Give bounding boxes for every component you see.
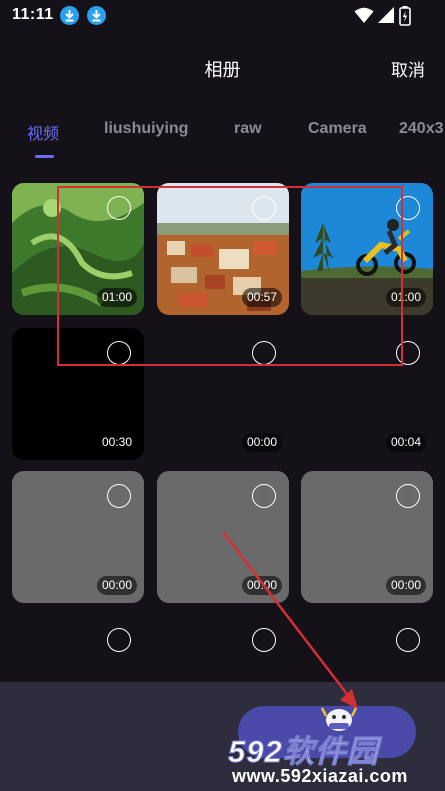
- watermark-brand: 592软件园: [228, 734, 379, 770]
- battery-icon: [399, 6, 411, 26]
- media-item[interactable]: 00:30: [12, 328, 144, 460]
- select-checkbox[interactable]: [396, 628, 420, 652]
- select-checkbox[interactable]: [107, 341, 131, 365]
- select-checkbox[interactable]: [107, 484, 131, 508]
- select-checkbox[interactable]: [396, 196, 420, 220]
- media-item[interactable]: 01:00: [301, 183, 433, 315]
- media-item[interactable]: 00:04: [301, 328, 433, 460]
- tab-indicator: [35, 155, 54, 158]
- select-checkbox[interactable]: [107, 628, 131, 652]
- media-item[interactable]: 00:57: [157, 183, 289, 315]
- video-duration: 00:00: [241, 433, 282, 452]
- status-time: 11:11: [12, 6, 54, 23]
- video-duration: 00:04: [385, 433, 426, 452]
- video-duration: 00:00: [385, 576, 426, 595]
- select-checkbox[interactable]: [396, 484, 420, 508]
- media-item[interactable]: [12, 615, 144, 685]
- watermark: 592软件园 www.592xiazai.com: [228, 726, 438, 788]
- select-checkbox[interactable]: [252, 628, 276, 652]
- media-item[interactable]: [157, 615, 289, 685]
- tab-240x3[interactable]: 240x3: [399, 120, 444, 138]
- media-item[interactable]: [301, 615, 433, 685]
- video-duration: 00:57: [241, 288, 282, 307]
- download-icon: [60, 6, 79, 25]
- status-bar: 11:11: [0, 0, 445, 32]
- cancel-button[interactable]: 取消: [391, 56, 425, 81]
- video-duration: 01:00: [96, 288, 137, 307]
- wifi-icon: [354, 7, 374, 23]
- media-item[interactable]: 01:00: [12, 183, 144, 315]
- select-checkbox[interactable]: [252, 484, 276, 508]
- select-checkbox[interactable]: [252, 341, 276, 365]
- watermark-url: www.592xiazai.com: [232, 766, 408, 786]
- media-item[interactable]: 00:00: [157, 328, 289, 460]
- tab-videos[interactable]: 视频: [27, 120, 59, 144]
- tab-liushuiying[interactable]: liushuiying: [104, 120, 188, 138]
- video-duration: 00:00: [241, 576, 282, 595]
- media-item[interactable]: 00:00: [157, 471, 289, 603]
- select-checkbox[interactable]: [396, 341, 420, 365]
- video-duration: 00:30: [96, 433, 137, 452]
- signal-icon: [378, 7, 394, 23]
- download-icon: [87, 6, 106, 25]
- tab-raw[interactable]: raw: [234, 120, 262, 138]
- media-item[interactable]: 00:00: [12, 471, 144, 603]
- tab-camera[interactable]: Camera: [308, 120, 367, 138]
- page-title: 相册: [204, 60, 241, 80]
- video-duration: 01:00: [385, 288, 426, 307]
- select-checkbox[interactable]: [252, 196, 276, 220]
- header: 相册 取消: [0, 44, 445, 88]
- video-duration: 00:00: [96, 576, 137, 595]
- select-checkbox[interactable]: [107, 196, 131, 220]
- album-tabs: 视频 liushuiying raw Camera 240x3: [0, 110, 445, 160]
- media-item[interactable]: 00:00: [301, 471, 433, 603]
